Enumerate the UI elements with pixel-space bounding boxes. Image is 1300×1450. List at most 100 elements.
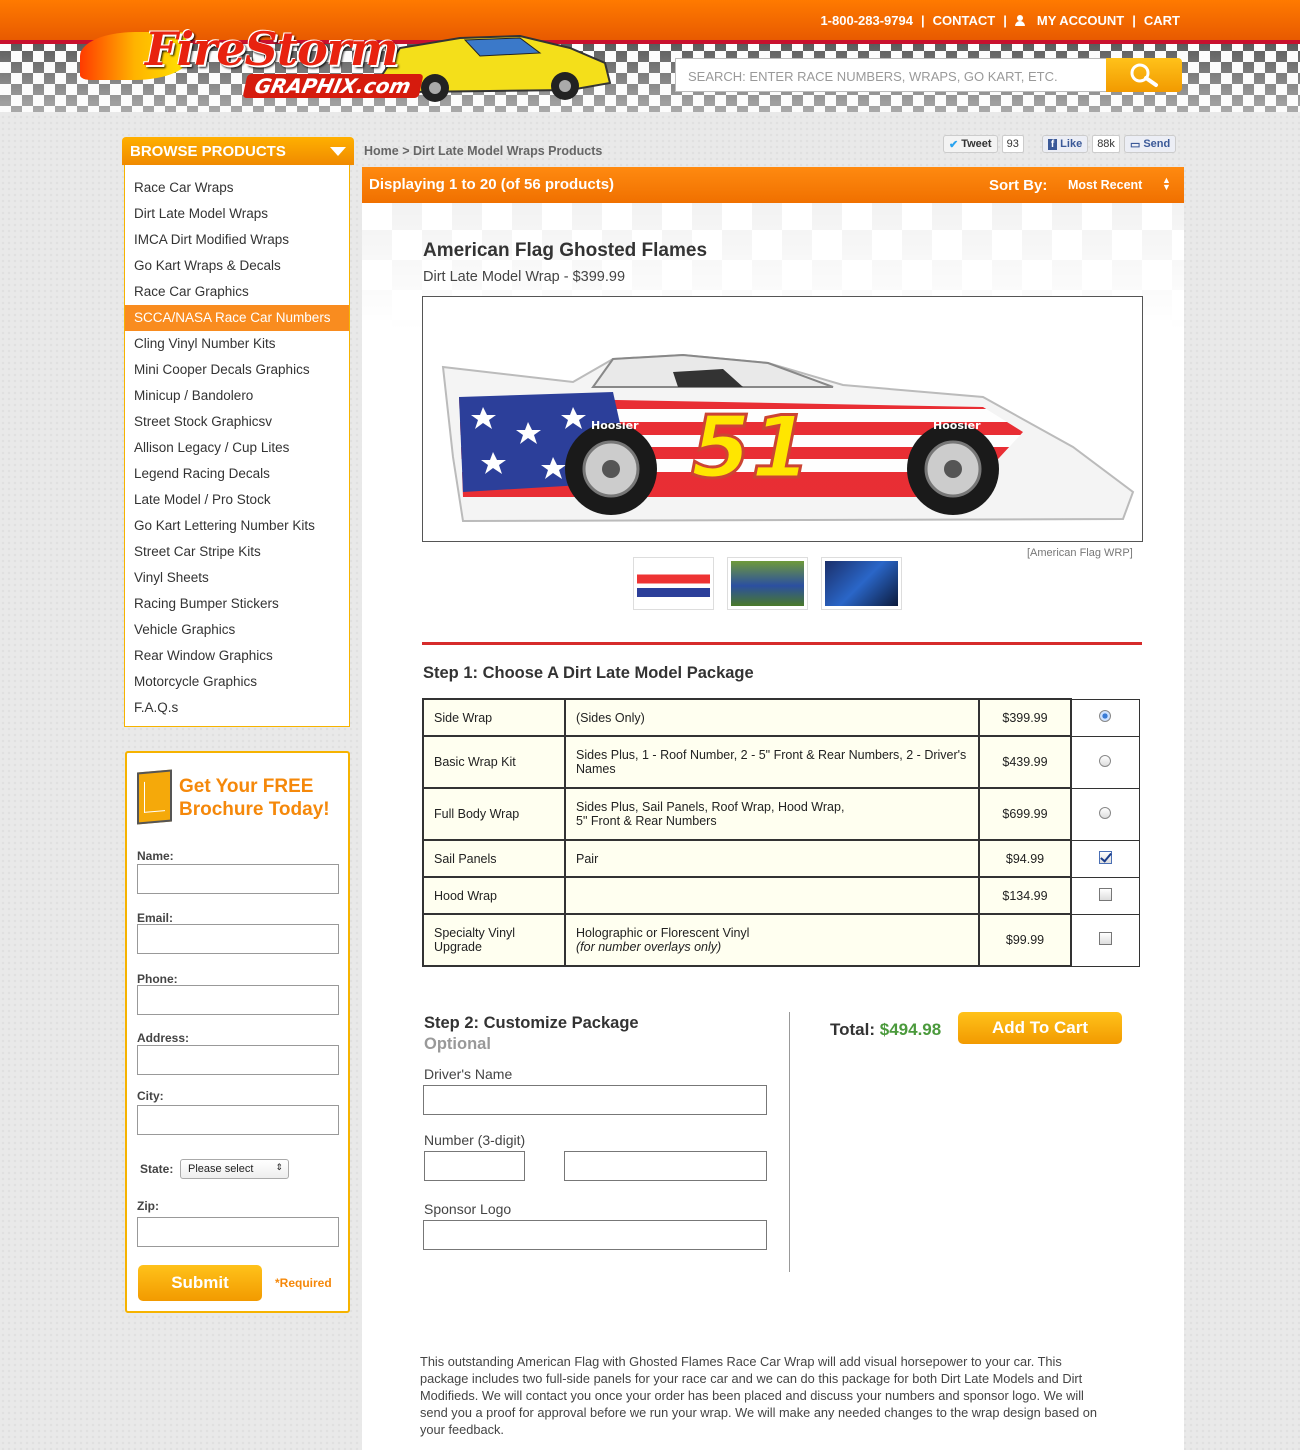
- sidebar-item-imca-dirt-modified[interactable]: IMCA Dirt Modified Wraps: [125, 227, 349, 253]
- send-button[interactable]: ▭ Send: [1123, 135, 1177, 153]
- city-field[interactable]: [137, 1105, 339, 1135]
- addon-checkbox-cell[interactable]: [1070, 913, 1140, 967]
- rear-tire: [907, 423, 999, 515]
- tweet-button[interactable]: ✔ Tweet: [943, 135, 998, 153]
- number-field[interactable]: [424, 1151, 525, 1181]
- package-radio-cell[interactable]: [1070, 787, 1140, 841]
- brochure-icon: [137, 769, 172, 825]
- addon-checkbox-cell[interactable]: [1070, 876, 1140, 915]
- package-desc: Sides Plus, Sail Panels, Roof Wrap, Hood…: [576, 800, 845, 814]
- package-price: $439.99: [978, 735, 1072, 789]
- step2-optional: Optional: [424, 1035, 491, 1053]
- contact-link[interactable]: CONTACT: [933, 13, 996, 28]
- table-row: Hood Wrap $134.99: [422, 876, 1140, 915]
- thumbnail-3[interactable]: [821, 557, 902, 610]
- email-field[interactable]: [137, 924, 339, 954]
- product-subtitle: Dirt Late Model Wrap - $399.99: [423, 269, 626, 285]
- package-desc-cell: Sides Plus, Sail Panels, Roof Wrap, Hood…: [564, 787, 980, 841]
- addon-price: $134.99: [978, 876, 1072, 915]
- package-radio-cell[interactable]: [1070, 735, 1140, 789]
- cart-link[interactable]: CART: [1144, 13, 1180, 28]
- sort-select[interactable]: Most Recent: [1068, 178, 1142, 192]
- site-logo[interactable]: FireStorm GRAPHIX.com: [80, 14, 640, 114]
- sidebar-item-bumper-stickers[interactable]: Racing Bumper Stickers: [125, 591, 349, 617]
- addon-desc: Holographic or Florescent Vinyl: [576, 926, 750, 940]
- total-price: Total: $494.98: [830, 1020, 941, 1040]
- category-list: Race Car Wraps Dirt Late Model Wraps IMC…: [124, 165, 350, 727]
- phone-link[interactable]: 1-800-283-9794: [820, 13, 913, 28]
- sidebar-item-cling-vinyl[interactable]: Cling Vinyl Number Kits: [125, 331, 349, 357]
- checkbox-checked[interactable]: [1098, 850, 1112, 864]
- product-title: American Flag Ghosted Flames: [423, 240, 708, 261]
- name-field[interactable]: [137, 864, 339, 894]
- sort-arrows-icon[interactable]: ▲ ▼: [1162, 176, 1171, 192]
- like-label: Like: [1060, 138, 1083, 150]
- radio-unselected[interactable]: [1099, 754, 1112, 767]
- sidebar-item-late-model[interactable]: Late Model / Pro Stock: [125, 487, 349, 513]
- front-tire: [565, 423, 657, 515]
- sidebar-item-allison-legacy[interactable]: Allison Legacy / Cup Lites: [125, 435, 349, 461]
- checkbox-unchecked[interactable]: [1098, 932, 1112, 945]
- search-button[interactable]: [1106, 58, 1182, 92]
- sidebar-item-minicup[interactable]: Minicup / Bandolero: [125, 383, 349, 409]
- user-icon: [1014, 15, 1025, 26]
- required-note: *Required: [275, 1276, 332, 1290]
- thumbnail-2[interactable]: [727, 557, 808, 610]
- facebook-icon: f: [1047, 138, 1058, 150]
- my-account-link[interactable]: MY ACCOUNT: [1037, 13, 1124, 28]
- brochure-title-line2: Brochure Today!: [179, 799, 330, 820]
- chevron-down-icon: [330, 147, 346, 156]
- product-main-image[interactable]: 51 Hoosier Hoosier: [422, 296, 1143, 542]
- drivers-name-label: Driver's Name: [424, 1066, 513, 1082]
- sidebar-item-scca-nasa[interactable]: SCCA/NASA Race Car Numbers: [125, 305, 349, 331]
- sidebar-item-race-car-graphics[interactable]: Race Car Graphics: [125, 279, 349, 305]
- state-label: State:: [140, 1162, 174, 1176]
- sponsor-logo-field[interactable]: [423, 1220, 767, 1250]
- address-label: Address:: [137, 1031, 190, 1045]
- sidebar-item-go-kart-wraps[interactable]: Go Kart Wraps & Decals: [125, 253, 349, 279]
- sidebar-item-faqs[interactable]: F.A.Q.s: [125, 695, 349, 721]
- sidebar-item-street-car-stripe[interactable]: Street Car Stripe Kits: [125, 539, 349, 565]
- sidebar-item-mini-cooper[interactable]: Mini Cooper Decals Graphics: [125, 357, 349, 383]
- browse-products-header[interactable]: BROWSE PRODUCTS: [122, 137, 354, 165]
- address-field[interactable]: [137, 1045, 339, 1075]
- state-select[interactable]: Please select ⇕: [180, 1159, 289, 1179]
- package-name: Basic Wrap Kit: [422, 735, 566, 789]
- addon-desc-note: (for number overlays only): [576, 940, 722, 954]
- package-radio-cell[interactable]: [1070, 698, 1140, 737]
- addon-checkbox-cell[interactable]: [1070, 839, 1140, 878]
- number-field-2[interactable]: [564, 1151, 767, 1181]
- breadcrumb[interactable]: Home > Dirt Late Model Wraps Products: [364, 144, 602, 158]
- sidebar-item-legend-racing[interactable]: Legend Racing Decals: [125, 461, 349, 487]
- sidebar-item-race-car-wraps[interactable]: Race Car Wraps: [125, 175, 349, 201]
- package-name: Side Wrap: [422, 698, 566, 737]
- like-button[interactable]: f Like: [1041, 135, 1089, 153]
- total-value: $494.98: [879, 1020, 942, 1039]
- sidebar-item-go-kart-lettering[interactable]: Go Kart Lettering Number Kits: [125, 513, 349, 539]
- sidebar-item-rear-window[interactable]: Rear Window Graphics: [125, 643, 349, 669]
- sidebar-item-motorcycle[interactable]: Motorcycle Graphics: [125, 669, 349, 695]
- checkbox-unchecked[interactable]: [1098, 887, 1112, 901]
- search-input[interactable]: SEARCH: ENTER RACE NUMBERS, WRAPS, GO KA…: [675, 58, 1107, 92]
- submit-button[interactable]: Submit: [138, 1265, 262, 1301]
- radio-unselected[interactable]: [1099, 806, 1112, 819]
- displaying-count: Displaying 1 to 20 (of 56 products): [369, 176, 615, 193]
- drivers-name-field[interactable]: [423, 1085, 767, 1115]
- package-desc: (Sides Only): [564, 698, 980, 737]
- thumbnail-image: [731, 561, 804, 606]
- phone-field[interactable]: [137, 985, 339, 1015]
- radio-selected[interactable]: [1099, 710, 1112, 722]
- addon-name: Hood Wrap: [422, 876, 566, 915]
- package-desc-line2: 5" Front & Rear Numbers: [576, 814, 717, 828]
- sidebar-item-street-stock[interactable]: Street Stock Graphicsv: [125, 409, 349, 435]
- addon-desc: [564, 876, 980, 915]
- sidebar-item-dirt-late-model-wraps[interactable]: Dirt Late Model Wraps: [125, 201, 349, 227]
- sidebar-item-vehicle-graphics[interactable]: Vehicle Graphics: [125, 617, 349, 643]
- sidebar-item-vinyl-sheets[interactable]: Vinyl Sheets: [125, 565, 349, 591]
- package-desc: Sides Plus, 1 - Roof Number, 2 - 5" Fron…: [564, 735, 980, 789]
- thumbnail-1[interactable]: [633, 557, 714, 610]
- add-to-cart-button[interactable]: Add To Cart: [958, 1012, 1122, 1044]
- twitter-bird-icon: ✔: [949, 138, 959, 151]
- zip-field[interactable]: [137, 1217, 339, 1247]
- zip-label: Zip:: [137, 1199, 159, 1213]
